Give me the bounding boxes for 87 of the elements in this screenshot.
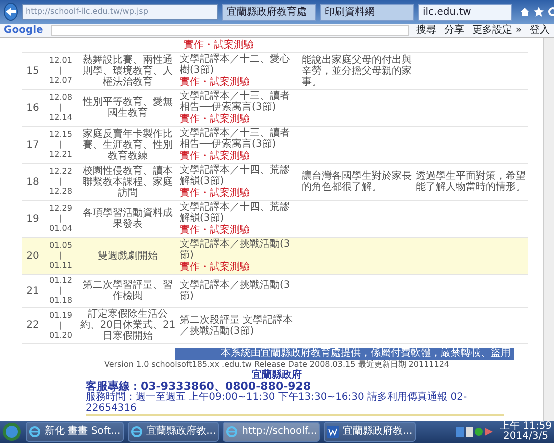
note-text: 實作・試案測驗 (180, 77, 251, 88)
reading-text: 文學記譯本／挑戰活動(3節) (180, 239, 292, 261)
reading-text: 第二次段評量 文學記譯本／挑戰活動(3節) (180, 314, 294, 336)
date-text: 01.18 (48, 296, 74, 306)
week-number: 17 (26, 140, 40, 150)
note-text: 實作・試案測驗 (180, 151, 251, 162)
browser-tab[interactable]: ilc.edu.tw (418, 4, 512, 20)
google-logo: Google (4, 24, 44, 37)
topic-text: 熱舞設比賽、兩性通則學、環境教育、人權法治教育 (83, 54, 173, 88)
reading-text: 文學記譯本／十三、讀者相告──伊索寓言(3節) (180, 91, 291, 113)
date-text: 12.14 (48, 113, 74, 123)
reading-text: 文學記譯本／挑戰活動(3節) (180, 280, 292, 302)
week-number: 21 (26, 286, 40, 296)
date-text: | (58, 103, 64, 113)
date-text: 01.12 (48, 276, 74, 286)
note-text: 實作・試案測驗 (184, 40, 255, 51)
scrollbar[interactable] (543, 38, 554, 421)
browser-app-icon (226, 426, 238, 438)
version-text: Version 1.0 schoolsoft185.xx .edu.tw Release Date 2008.03.15 最近更新日期 20111124 (103, 360, 451, 369)
date-text: 01.05 (48, 241, 74, 251)
reading-text: 文學記譯本／十二、愛心樹(3節) (180, 54, 291, 76)
date-text: 12.22 (48, 167, 74, 177)
topic-text: 家庭反賣年卡製作比賽、生涯教育、性別教育教練 (83, 128, 173, 162)
service-hours-text: 服務時間：週一至週五 上午09:00~11:30 下午13:30~16:30 請多利用傳真通報 02-22654316 (86, 392, 468, 414)
reading-text: 文學記譯本／十四、荒謬解韻(3節) (180, 165, 291, 187)
date-text: 12.08 (48, 93, 74, 103)
cell-text: 能說出家庭父母的付出與辛勞，並分擔父母親的家事。 (302, 54, 412, 88)
browser-tab[interactable]: 宜蘭縣政府教育處 (222, 4, 316, 20)
topic-text: 各項學習活動資料成果發表 (83, 208, 173, 230)
date-text: 12.21 (48, 150, 74, 160)
toolbar-button[interactable]: 搜尋 (416, 24, 437, 37)
organization-title: 宜蘭縣政府 (251, 370, 303, 381)
topic-text: 性別平等教育、愛無國生教育 (83, 97, 173, 119)
date-text: 12.29 (48, 204, 74, 214)
browser-app-icon (130, 426, 143, 438)
date-text: 01.19 (48, 310, 74, 320)
date-text: 12.07 (48, 76, 74, 86)
start-button-icon[interactable] (2, 422, 22, 442)
star-icon[interactable] (534, 7, 544, 17)
footer-banner: 本系統由宜蘭縣政府教育處提供，係屬付費軟體，嚴禁轉載、盜用 (175, 348, 514, 360)
toolbar-button[interactable]: 更多設定 » (472, 24, 522, 37)
login-link[interactable]: 登入 (530, 24, 550, 37)
date-text: 12.28 (48, 187, 74, 197)
date-text: | (58, 251, 64, 261)
week-number: 19 (26, 214, 40, 224)
date-text: | (58, 214, 64, 224)
reading-text: 文學記譯本／十四、荒謬解韻(3節) (180, 202, 291, 224)
week-number: 15 (26, 66, 40, 76)
topic-text: 訂定寒假除生活公約、20日休業式、21日寒假開始 (80, 309, 176, 342)
week-number: 20 (26, 250, 40, 262)
note-text: 實作・試案測驗 (180, 262, 251, 273)
week-number: 18 (26, 176, 40, 188)
document-app-icon (327, 426, 340, 438)
date-text: 12.15 (48, 130, 74, 140)
toolbar-button[interactable]: 分享 (444, 24, 465, 37)
topic-text: 雙週戲劇開始 (98, 250, 158, 262)
date-text: | (58, 140, 64, 150)
date-text: | (58, 177, 64, 187)
home-icon[interactable] (520, 7, 530, 17)
browser-tab[interactable]: 印刷資料網 (320, 4, 414, 20)
clock-date: 2014/3/5 (502, 432, 550, 442)
hotline-text: 客服專線：03-9333860、0800-880-928 (86, 381, 312, 392)
note-text: 實作・試案測驗 (180, 188, 251, 199)
back-button[interactable] (4, 3, 18, 21)
clock-time: 上午 11:59 (500, 422, 552, 432)
browser-app-icon (29, 426, 41, 438)
date-text: | (58, 66, 64, 76)
date-text: 01.04 (48, 224, 74, 234)
topic-text: 校園性侵教育、讀本聯繫教本課程、家庭訪問 (83, 166, 173, 198)
cell-text: 透過學生平面對策，希望能了解人物當時的情形。 (416, 171, 526, 193)
date-text: 01.20 (48, 330, 74, 340)
toolbar-search-field[interactable] (51, 25, 409, 36)
taskbar-button[interactable]: 新化 畫畫 Soft... (26, 422, 124, 442)
date-text: 01.11 (48, 261, 74, 271)
reading-text: 文學記譯本／十三、讀者相告──伊索寓言(3節) (180, 128, 291, 150)
back-arrow-icon (5, 7, 17, 17)
note-text: 實作・試案測驗 (180, 225, 251, 236)
date-text: | (58, 286, 64, 296)
date-text: | (58, 320, 64, 330)
taskbar-button[interactable]: 宜蘭縣政府教... (128, 422, 220, 442)
topic-text: 第二次學習評量、習作檢閱 (83, 280, 173, 302)
week-number: 22 (26, 320, 40, 331)
week-number: 16 (26, 102, 40, 114)
date-text: 12.01 (48, 56, 74, 66)
taskbar-button[interactable]: 宜蘭縣政府教... (324, 422, 416, 442)
note-text: 實作・試案測驗 (180, 114, 251, 125)
cell-text: 讓台灣各國學生對於家長的角色都很了解。 (302, 171, 412, 193)
